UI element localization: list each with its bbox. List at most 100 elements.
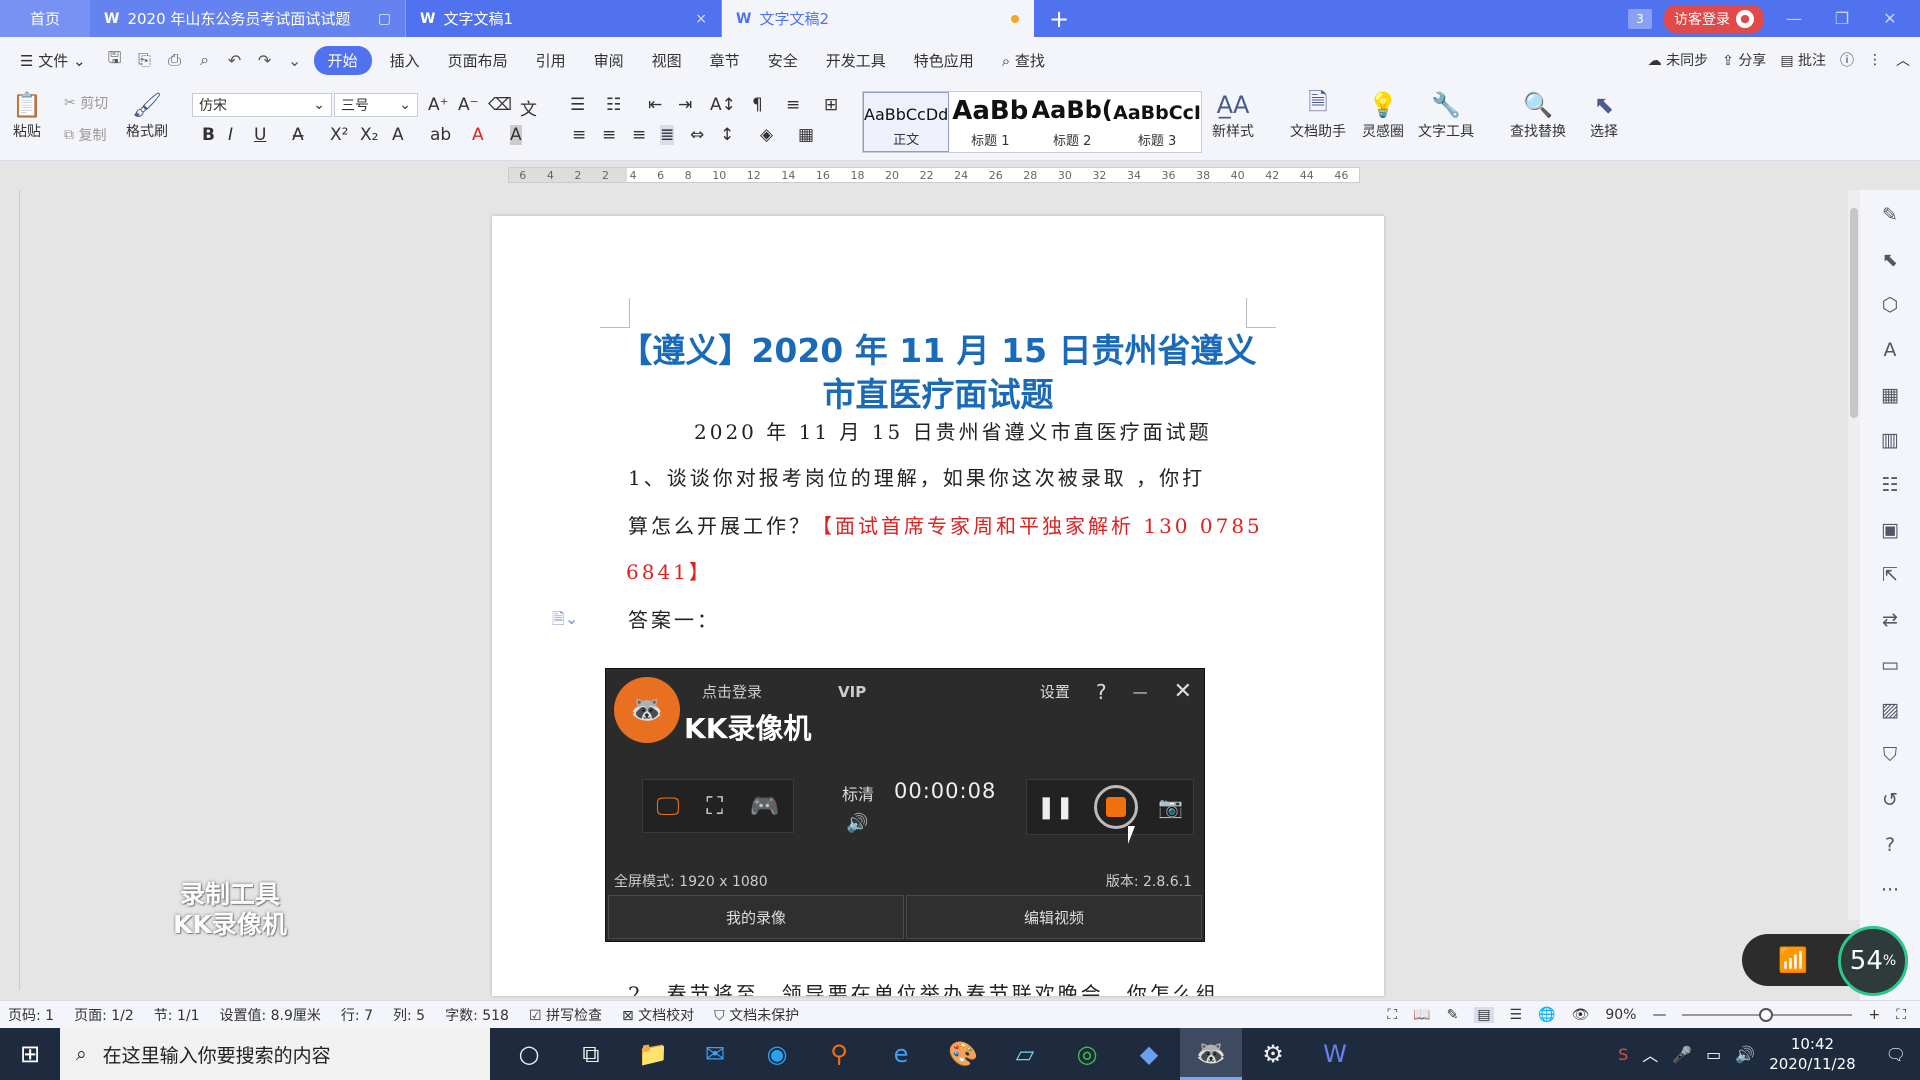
menu-page-layout[interactable]: 页面布局 — [438, 46, 518, 75]
cortana-icon[interactable]: ○ — [498, 1028, 560, 1080]
edit-pen-icon[interactable]: ✎ — [1882, 204, 1898, 227]
border-icon[interactable]: ▦ — [798, 125, 814, 145]
paragraph-spacing-icon[interactable]: ↕ — [720, 125, 734, 145]
volume-icon[interactable]: 🔊 — [1735, 1045, 1755, 1064]
text-effect-icon[interactable]: A — [392, 125, 404, 145]
question-1-line-1[interactable]: 1、谈谈你对报考岗位的理解，如果你这次被录取 ，你打 — [628, 462, 1205, 491]
document-title-line-1[interactable]: 【遵义】2020 年 11 月 15 日贵州省遵义 — [492, 324, 1384, 372]
status-col[interactable]: 列: 5 — [393, 1005, 425, 1025]
web-view-icon[interactable]: 🌐 — [1538, 1007, 1555, 1023]
task-view-icon[interactable]: ⧉ — [560, 1028, 622, 1080]
history-icon[interactable]: ↺ — [1882, 789, 1898, 812]
underline-icon[interactable]: U — [254, 125, 266, 145]
qq-browser-icon[interactable]: ◉ — [746, 1028, 808, 1080]
text-style-icon[interactable]: A — [1884, 339, 1897, 362]
status-row[interactable]: 行: 7 — [341, 1005, 373, 1025]
clear-format-icon[interactable]: ⌫ — [488, 95, 512, 115]
tab-restore-icon[interactable]: ▢ — [378, 11, 391, 27]
question-1-line-2[interactable]: 算怎么开展工作？【面试首席专家周和平独家解析 130 0785 — [628, 510, 1263, 539]
more-dots-icon[interactable]: ··· — [1881, 879, 1899, 902]
translate-icon[interactable]: ⇄ — [1882, 609, 1898, 632]
paragraph-handle-icon[interactable]: 🗎⌄ — [552, 608, 578, 635]
outline-view-icon[interactable]: ☰ — [1510, 1007, 1523, 1023]
style-normal[interactable]: AaBbCcDd 正文 — [863, 92, 950, 152]
output-pdf-icon[interactable]: ⎘ — [134, 49, 156, 71]
chart-icon[interactable]: ▥ — [1881, 429, 1899, 452]
close-window-icon[interactable]: ✕ — [1872, 9, 1908, 28]
font-color-icon[interactable]: A — [472, 125, 484, 145]
tab-document-1[interactable]: W 2020 年山东公务员考试面试试题 ▢ — [90, 0, 406, 37]
status-words[interactable]: 字数: 518 — [445, 1005, 509, 1025]
doc-protect-button[interactable]: ⛉ 文档未保护 — [714, 1005, 799, 1025]
char-shading-icon[interactable]: A — [510, 125, 522, 145]
pause-icon[interactable]: ❚❚ — [1037, 795, 1074, 820]
file-menu[interactable]: ☰ 文件 ⌄ — [10, 46, 96, 75]
read-mode-icon[interactable]: 📖 — [1413, 1007, 1430, 1023]
new-style-button[interactable]: A̲A 新样式 — [1212, 89, 1254, 141]
close-icon[interactable]: × — [695, 11, 707, 27]
kk-recorder-taskbar-icon[interactable]: 🦝 — [1180, 1028, 1242, 1080]
kk-vip-link[interactable]: VIP — [838, 683, 866, 701]
zoom-in-icon[interactable]: + — [1868, 1007, 1880, 1023]
pinyin-icon[interactable]: 文 — [520, 95, 537, 120]
undo-icon[interactable]: ↶ — [224, 49, 246, 71]
numbered-list-icon[interactable]: ☷ — [606, 95, 621, 115]
fullscreen-icon[interactable]: ⛶ — [1387, 1007, 1397, 1023]
fullscreen-mode-icon[interactable]: 🖵 — [656, 792, 679, 820]
status-page[interactable]: 页面: 1/2 — [74, 1005, 134, 1025]
paint-icon[interactable]: 🎨 — [932, 1028, 994, 1080]
new-tab-button[interactable]: + — [1034, 0, 1084, 37]
copy-button[interactable]: ⧉ 复制 — [64, 125, 106, 145]
kk-login-link[interactable]: 点击登录 — [702, 681, 762, 702]
network-icon[interactable]: ▭ — [1706, 1045, 1721, 1064]
customize-icon[interactable]: ⌄ — [284, 49, 306, 71]
game-mode-icon[interactable]: 🎮 — [750, 792, 780, 820]
table-border-icon[interactable]: ⊞ — [824, 95, 838, 115]
minimize-icon[interactable]: — — [1776, 9, 1812, 28]
table-icon[interactable]: ▦ — [1881, 384, 1899, 407]
superscript-icon[interactable]: X² — [330, 125, 348, 145]
kk-help-icon[interactable]: ? — [1096, 680, 1107, 704]
font-family-select[interactable]: 仿宋 ⌄ — [192, 93, 332, 117]
more-icon[interactable]: ⋮ — [1868, 52, 1882, 68]
select-cursor-icon[interactable]: ⬉ — [1882, 249, 1898, 272]
kk-minimize-icon[interactable]: — — [1133, 683, 1148, 701]
status-setting[interactable]: 设置值: 8.9厘米 — [219, 1005, 320, 1025]
tab-document-2[interactable]: W 文字文稿1 × — [406, 0, 722, 37]
export-icon[interactable]: ⇱ — [1882, 564, 1898, 587]
distributed-icon[interactable]: ⇔ — [690, 125, 704, 145]
kk-close-icon[interactable]: ✕ — [1174, 679, 1192, 704]
align-center-icon[interactable]: ≡ — [602, 125, 616, 145]
kk-recorder-window[interactable]: 🦝 点击登录 VIP KK录像机 设置 ? — ✕ 🖵 ⛶ 🎮 标清 00:00… — [605, 668, 1205, 942]
show-marks-icon[interactable]: ¶ — [752, 95, 763, 115]
windows-start-icon[interactable]: ⊞ — [0, 1028, 60, 1080]
edge-icon[interactable]: e — [870, 1028, 932, 1080]
taskbar-clock[interactable]: 10:42 2020/11/28 — [1769, 1034, 1855, 1074]
360-browser-icon[interactable]: ◎ — [1056, 1028, 1118, 1080]
menu-view[interactable]: 视图 — [642, 46, 692, 75]
shield-icon[interactable]: ⛉ — [1883, 744, 1897, 767]
horizontal-ruler[interactable]: 6 4 2 2 4 6 8 10 12 14 16 18 20 22 24 26 28 30 32 34 36 38 40 4… — [0, 162, 1856, 188]
grow-font-icon[interactable]: A⁺ — [428, 95, 449, 115]
status-page-code[interactable]: 页码: 1 — [8, 1005, 54, 1025]
find-button[interactable]: ⌕ 查找 — [992, 46, 1055, 75]
sort-icon[interactable]: A↕ — [710, 95, 736, 115]
zoom-level[interactable]: 90% — [1605, 1007, 1636, 1023]
style-heading-2[interactable]: AaBb( 标题 2 — [1031, 92, 1113, 152]
question-2-partial[interactable]: 2、春节将至，领导要在单位举办春节联欢晚会，你怎么组 — [628, 978, 1219, 996]
menu-review[interactable]: 审阅 — [584, 46, 634, 75]
mail-icon[interactable]: ✉ — [684, 1028, 746, 1080]
text-tools-button[interactable]: 🔧 文字工具 — [1418, 89, 1474, 141]
spell-check-button[interactable]: ☑ 拼写检查 — [529, 1005, 602, 1025]
window-count-badge[interactable]: 3 — [1628, 8, 1652, 29]
wps-taskbar-icon[interactable]: W — [1304, 1028, 1366, 1080]
status-section[interactable]: 节: 1/1 — [154, 1005, 200, 1025]
menu-insert[interactable]: 插入 — [380, 46, 430, 75]
document-subtitle[interactable]: 2020 年 11 月 15 日贵州省遵义市直医疗面试题 — [694, 416, 1212, 445]
sync-button[interactable]: ☁ 未同步 — [1648, 50, 1708, 70]
cut-button[interactable]: ✂ 剪切 — [64, 93, 108, 113]
style-heading-3[interactable]: AaBbCcI 标题 3 — [1113, 92, 1201, 152]
align-justify-icon[interactable]: ≣ — [660, 125, 675, 145]
my-recordings-button[interactable]: 我的录像 — [608, 895, 904, 939]
collapse-ribbon-icon[interactable]: ︿ — [1896, 50, 1910, 70]
